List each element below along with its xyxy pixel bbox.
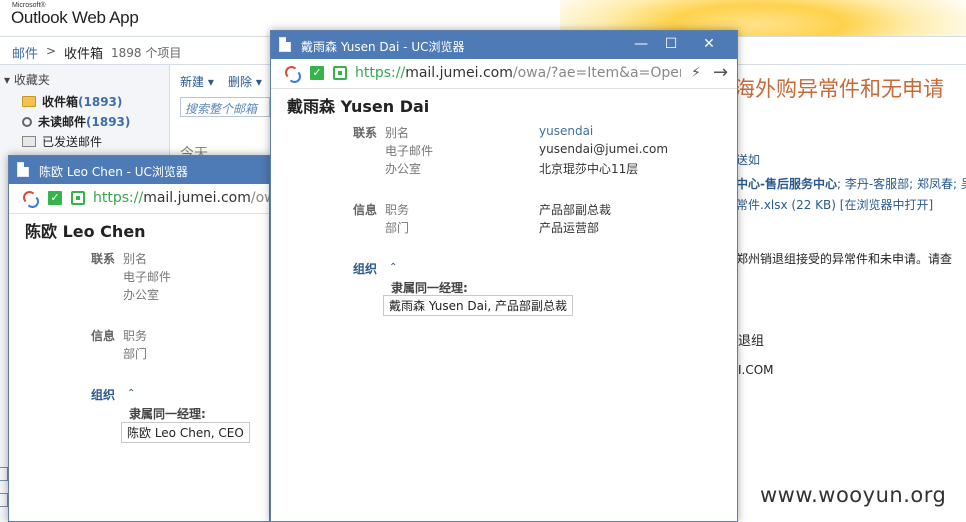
- chevron-right-icon: >: [46, 44, 57, 58]
- dept-label: 部门: [385, 221, 410, 235]
- crumb-inbox: 收件箱: [64, 47, 104, 62]
- search-input[interactable]: 搜索整个邮箱: [180, 97, 270, 117]
- email-subject: 海外购异常件和无申请: [734, 77, 944, 101]
- calendar-nav-icon[interactable]: [0, 493, 8, 507]
- watermark: www.wooyun.org: [760, 483, 947, 507]
- manager-link[interactable]: 戴雨森 Yusen Dai, 产品部副总裁: [383, 295, 573, 316]
- title-label: 职务: [385, 203, 410, 217]
- bolt-icon[interactable]: ⚡: [691, 65, 701, 81]
- favorites-header[interactable]: ▾ 收藏夹: [4, 71, 50, 88]
- minimize-icon[interactable]: —: [627, 34, 655, 54]
- window-title: 陈欧 Leo Chen - UC浏览器: [39, 165, 188, 179]
- lock-icon: [333, 66, 347, 80]
- address-bar[interactable]: ✓ https://mail.jumei.com/owa/?ae=Item&a=…: [271, 59, 737, 89]
- dept-label: 部门: [123, 347, 148, 361]
- alias-value[interactable]: yusendai: [539, 124, 593, 138]
- contact-section-label: 联系: [353, 126, 378, 140]
- window-title: 戴雨森 Yusen Dai - UC浏览器: [301, 40, 465, 54]
- collapse-icon[interactable]: ⌃: [127, 388, 135, 399]
- office-label: 办公室: [385, 162, 422, 176]
- folder-inbox[interactable]: 收件箱(1893): [22, 93, 122, 110]
- same-manager-label: 隶属同一经理:: [391, 281, 468, 295]
- email-label: 电子邮件: [385, 144, 434, 158]
- document-icon: [17, 162, 29, 177]
- delete-button[interactable]: 删除 ▾: [228, 73, 262, 90]
- email-cc[interactable]: 送如: [736, 151, 760, 168]
- office-value: 北京琨莎中心11层: [539, 162, 639, 176]
- org-section-label[interactable]: 组织: [91, 386, 115, 403]
- uc-browser-icon: [23, 191, 39, 208]
- folder-unread[interactable]: 未读邮件(1893): [22, 113, 130, 130]
- email-label: 电子邮件: [123, 270, 172, 284]
- folder-icon: [22, 96, 36, 107]
- alias-label: 别名: [385, 126, 410, 140]
- title-value: 产品部副总裁: [539, 203, 612, 217]
- url-text[interactable]: https://mail.jumei.com/ow: [93, 190, 269, 206]
- sent-folder-icon: [22, 136, 36, 147]
- window-titlebar[interactable]: 陈欧 Leo Chen - UC浏览器: [9, 156, 269, 184]
- attachment-link[interactable]: 常件.xlsx (22 KB) [在浏览器中打开]: [736, 196, 933, 213]
- new-button[interactable]: 新建 ▾: [180, 73, 214, 90]
- forward-icon[interactable]: →: [713, 62, 728, 83]
- reading-pane: 海外购异常件和无申请 送如 中心-售后服务中心; 李丹-客服部; 郑凤春; 吴 …: [734, 64, 966, 522]
- contact-name: 戴雨森 Yusen Dai: [287, 97, 430, 116]
- contact-window-leo-chen: 陈欧 Leo Chen - UC浏览器 ✓ https://mail.jumei…: [8, 155, 270, 522]
- maximize-icon[interactable]: ☐: [657, 34, 685, 54]
- email-body-line: I.COM: [738, 363, 774, 377]
- search-folder-icon: [22, 117, 32, 127]
- check-icon: ✓: [310, 66, 324, 80]
- mail-nav-icon[interactable]: [0, 467, 8, 481]
- dept-value: 产品运营部: [539, 221, 600, 235]
- url-text[interactable]: https://mail.jumei.com/owa/?ae=Item&a=Op…: [355, 65, 681, 81]
- folder-sent[interactable]: 已发送邮件: [22, 133, 102, 150]
- info-section-label: 信息: [91, 329, 116, 343]
- contact-name: 陈欧 Leo Chen: [25, 222, 146, 241]
- org-section-label[interactable]: 组织: [353, 260, 377, 277]
- email-body-line: 退组: [738, 334, 765, 349]
- window-titlebar[interactable]: 戴雨森 Yusen Dai - UC浏览器 — ☐ ✕: [271, 31, 737, 59]
- email-value[interactable]: yusendai@jumei.com: [539, 142, 668, 156]
- uc-browser-icon: [285, 66, 301, 83]
- contact-window-yusen-dai: 戴雨森 Yusen Dai - UC浏览器 — ☐ ✕ ✓ https://ma…: [270, 30, 738, 522]
- close-icon[interactable]: ✕: [695, 34, 723, 54]
- item-count: 1898 个项目: [111, 46, 182, 60]
- crumb-mail[interactable]: 邮件: [12, 43, 38, 62]
- check-icon: ✓: [48, 191, 62, 205]
- same-manager-label: 隶属同一经理:: [129, 407, 206, 421]
- owa-logo: Outlook Web App: [11, 8, 139, 27]
- email-recipients[interactable]: 中心-售后服务中心; 李丹-客服部; 郑凤春; 吴: [736, 175, 966, 192]
- title-label: 职务: [123, 329, 148, 343]
- document-icon: [279, 37, 291, 52]
- info-section-label: 信息: [353, 203, 378, 217]
- lock-icon: [71, 191, 85, 205]
- contact-section-label: 联系: [91, 252, 116, 266]
- email-body-line: 郑州销退组接受的异常件和未申请。请查: [736, 252, 953, 266]
- manager-link[interactable]: 陈欧 Leo Chen, CEO: [121, 422, 250, 443]
- alias-label: 别名: [123, 252, 148, 266]
- collapse-icon[interactable]: ⌃: [389, 262, 397, 273]
- address-bar[interactable]: ✓ https://mail.jumei.com/ow: [9, 184, 269, 214]
- office-label: 办公室: [123, 288, 160, 302]
